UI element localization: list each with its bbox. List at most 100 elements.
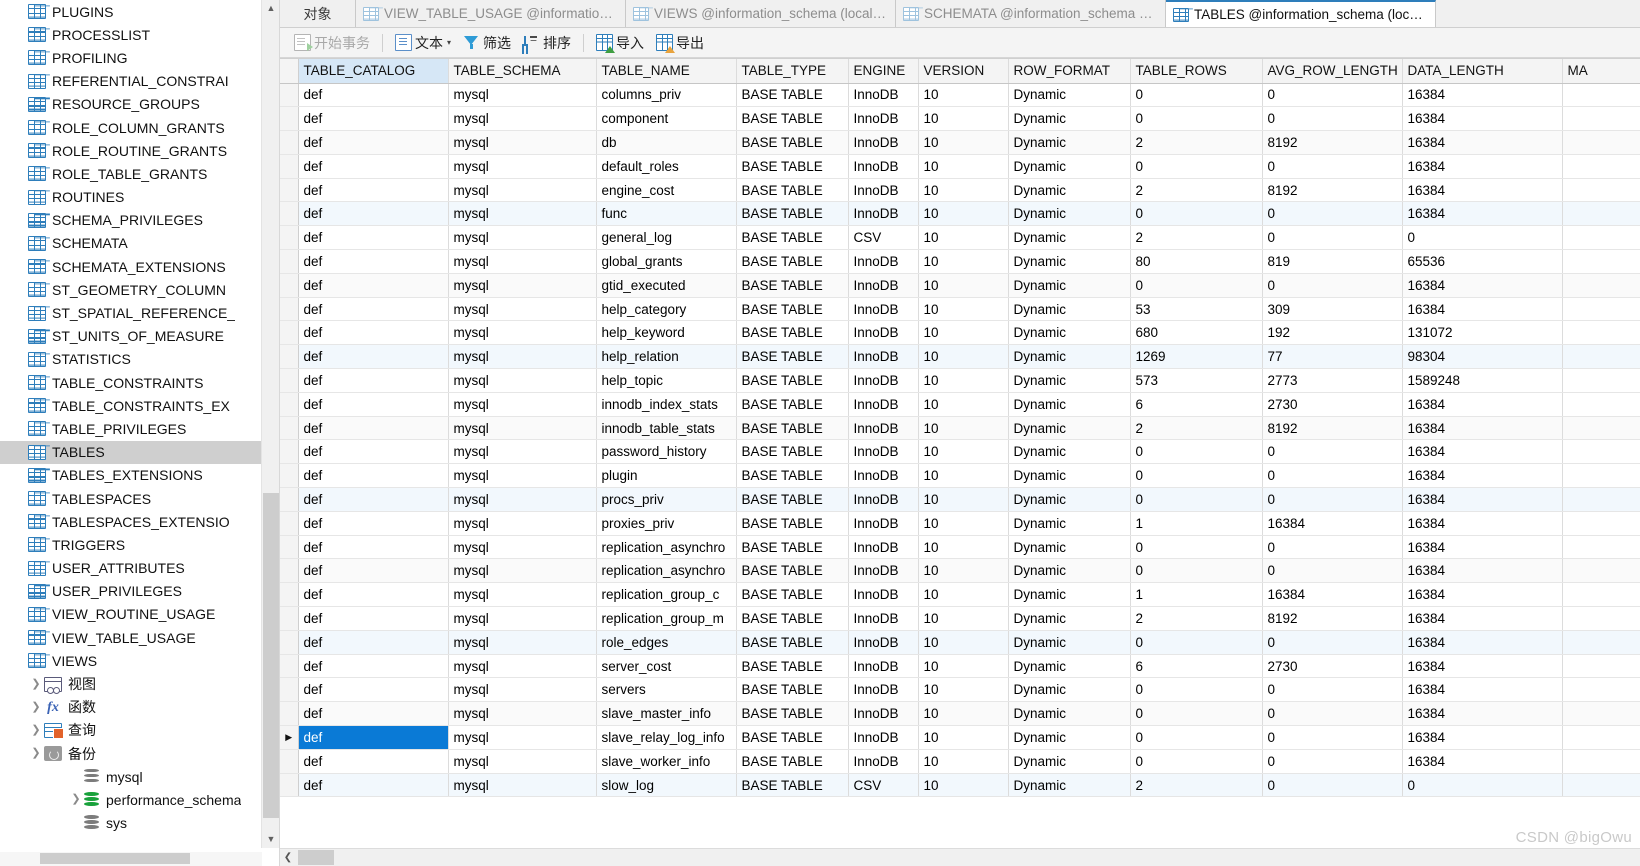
row-indicator[interactable] [280, 773, 299, 798]
table-cell[interactable]: 16384 [1402, 558, 1563, 584]
table-cell[interactable]: 2 [1130, 225, 1263, 251]
tree-item-st-geometry-column[interactable]: ❯ ST_GEOMETRY_COLUMN [0, 278, 262, 301]
sidebar-hscroll-thumb[interactable] [40, 853, 190, 864]
table-cell[interactable] [1562, 511, 1640, 536]
table-cell[interactable]: def [298, 606, 449, 631]
table-cell[interactable]: InnoDB [848, 83, 919, 108]
row-indicator[interactable] [280, 582, 299, 608]
table-cell[interactable] [1562, 677, 1640, 703]
table-row[interactable]: ▶ def mysql slave_relay_log_info BASE TABLE I… [280, 725, 1640, 750]
table-cell[interactable]: def [298, 154, 449, 179]
row-indicator[interactable] [280, 701, 299, 727]
table-cell[interactable]: InnoDB [848, 439, 919, 465]
table-cell[interactable]: mysql [448, 439, 597, 465]
table-cell[interactable]: mysql [448, 225, 597, 251]
table-cell[interactable]: def [298, 773, 449, 798]
filter-button[interactable]: 筛选 [457, 31, 517, 55]
table-cell[interactable]: help_keyword [596, 320, 737, 346]
table-cell[interactable]: mysql [448, 558, 597, 584]
table-cell[interactable]: procs_priv [596, 487, 737, 512]
table-cell[interactable]: BASE TABLE [736, 487, 849, 512]
table-cell[interactable]: 10 [918, 201, 1009, 227]
row-indicator[interactable] [280, 297, 299, 322]
table-cell[interactable]: 8192 [1262, 416, 1403, 441]
table-row[interactable]: def mysql servers BASE TABLE InnoDB 10 Dynamic… [280, 677, 1640, 703]
table-cell[interactable]: mysql [448, 677, 597, 703]
table-cell[interactable]: 0 [1130, 630, 1263, 655]
table-cell[interactable]: 0 [1130, 487, 1263, 512]
row-indicator[interactable] [280, 606, 299, 631]
table-cell[interactable]: 0 [1402, 773, 1563, 798]
table-cell[interactable]: 0 [1130, 154, 1263, 179]
table-row[interactable]: def mysql replication_asynchro BASE TABLE In… [280, 535, 1640, 560]
table-cell[interactable]: 819 [1262, 249, 1403, 274]
table-cell[interactable]: help_topic [596, 368, 737, 393]
table-cell[interactable]: 0 [1262, 535, 1403, 560]
tree-item-view-table-usage[interactable]: ❯ VIEW_TABLE_USAGE [0, 626, 262, 649]
table-cell[interactable]: InnoDB [848, 344, 919, 370]
table-cell[interactable]: 0 [1262, 273, 1403, 298]
table-cell[interactable]: def [298, 439, 449, 465]
table-cell[interactable]: Dynamic [1008, 439, 1131, 465]
table-cell[interactable]: BASE TABLE [736, 154, 849, 179]
table-row[interactable]: def mysql replication_group_c BASE TABLE Inn… [280, 582, 1640, 608]
import-button[interactable]: 导入 [590, 31, 650, 55]
table-cell[interactable]: def [298, 416, 449, 441]
table-cell[interactable]: 16384 [1402, 416, 1563, 441]
table-cell[interactable]: 8192 [1262, 130, 1403, 155]
table-cell[interactable]: def [298, 320, 449, 346]
column-header[interactable]: TABLE_SCHEMA [448, 59, 597, 84]
table-cell[interactable] [1562, 701, 1640, 727]
table-cell[interactable]: 10 [918, 297, 1009, 322]
tree-item-views[interactable]: ❯ VIEWS [0, 649, 262, 672]
table-cell[interactable]: help_category [596, 297, 737, 322]
table-cell[interactable]: 0 [1130, 106, 1263, 132]
table-cell[interactable]: 0 [1262, 463, 1403, 489]
table-cell[interactable]: Dynamic [1008, 416, 1131, 441]
table-row[interactable]: def mysql replication_group_m BASE TABLE Inn… [280, 606, 1640, 631]
table-cell[interactable]: Dynamic [1008, 106, 1131, 132]
table-cell[interactable]: def [298, 701, 449, 727]
table-cell[interactable]: def [298, 463, 449, 489]
table-cell[interactable]: Dynamic [1008, 606, 1131, 631]
table-cell[interactable]: 16384 [1402, 273, 1563, 298]
table-cell[interactable]: BASE TABLE [736, 701, 849, 727]
table-row[interactable]: def mysql help_relation BASE TABLE InnoDB 10 D… [280, 344, 1640, 370]
table-cell[interactable]: func [596, 201, 737, 227]
table-cell[interactable]: BASE TABLE [736, 416, 849, 441]
table-cell[interactable]: InnoDB [848, 154, 919, 179]
table-cell[interactable]: 0 [1130, 201, 1263, 227]
table-row[interactable]: def mysql server_cost BASE TABLE InnoDB 10 Dyn… [280, 654, 1640, 679]
table-cell[interactable]: 10 [918, 439, 1009, 465]
row-indicator[interactable] [280, 201, 299, 227]
table-cell[interactable]: def [298, 487, 449, 512]
table-cell[interactable]: 10 [918, 225, 1009, 251]
table-row[interactable]: def mysql password_history BASE TABLE InnoDB… [280, 439, 1640, 465]
table-cell[interactable]: def [298, 558, 449, 584]
table-cell[interactable]: def [298, 178, 449, 203]
table-cell[interactable]: mysql [448, 630, 597, 655]
table-cell[interactable] [1562, 297, 1640, 322]
table-cell[interactable]: 2730 [1262, 654, 1403, 679]
row-indicator[interactable] [280, 154, 299, 179]
table-cell[interactable]: 16384 [1402, 154, 1563, 179]
table-cell[interactable]: 16384 [1402, 297, 1563, 322]
table-cell[interactable]: mysql [448, 773, 597, 798]
table-cell[interactable]: 16384 [1402, 725, 1563, 750]
table-cell[interactable]: def [298, 106, 449, 132]
tree-item-processlist[interactable]: ❯ PROCESSLIST [0, 23, 262, 46]
result-grid-body[interactable]: def mysql columns_priv BASE TABLE InnoDB 10 Dy… [280, 83, 1640, 798]
table-cell[interactable]: Dynamic [1008, 582, 1131, 608]
table-cell[interactable]: Dynamic [1008, 630, 1131, 655]
table-cell[interactable]: 80 [1130, 249, 1263, 274]
table-cell[interactable]: slave_master_info [596, 701, 737, 727]
table-cell[interactable]: BASE TABLE [736, 130, 849, 155]
table-cell[interactable]: Dynamic [1008, 249, 1131, 274]
table-cell[interactable]: 10 [918, 83, 1009, 108]
table-cell[interactable]: Dynamic [1008, 154, 1131, 179]
table-cell[interactable]: BASE TABLE [736, 273, 849, 298]
table-cell[interactable]: def [298, 725, 449, 750]
table-row[interactable]: def mysql global_grants BASE TABLE InnoDB 10 D… [280, 249, 1640, 274]
chevron-down-icon[interactable]: ▾ [447, 38, 451, 47]
table-cell[interactable]: def [298, 677, 449, 703]
